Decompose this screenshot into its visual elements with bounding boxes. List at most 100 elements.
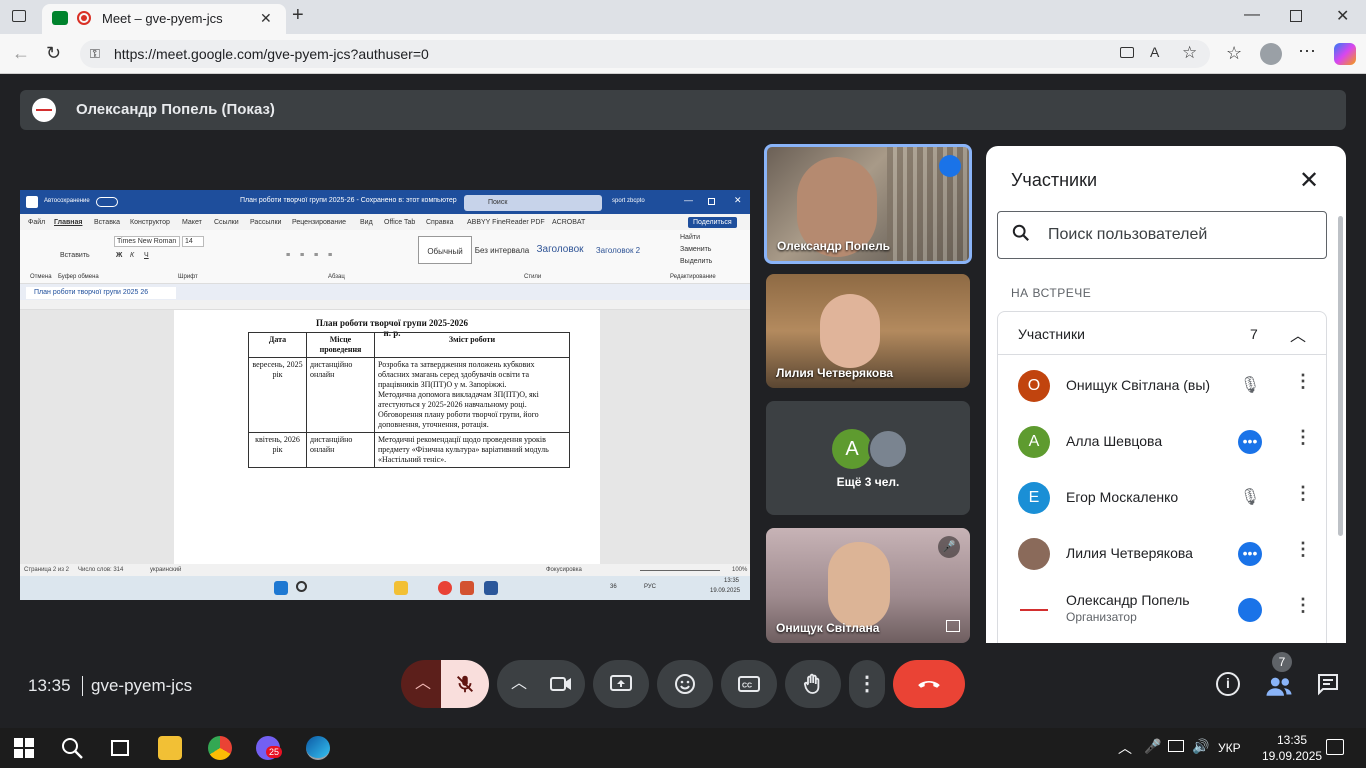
word-search-box[interactable]: Поиск — [464, 195, 602, 211]
underline-icon[interactable]: Ч — [144, 252, 149, 259]
people-search-input[interactable]: Поиск пользователей — [997, 211, 1327, 259]
word-minimize-icon[interactable]: — — [684, 195, 693, 205]
new-tab-button[interactable]: + — [292, 4, 304, 27]
paste-button[interactable]: Вставить — [60, 252, 90, 259]
participant-more-icon[interactable]: ⋮ — [1294, 484, 1312, 502]
participant-more-icon[interactable]: ⋮ — [1294, 596, 1312, 614]
viber-icon[interactable]: 25 — [256, 736, 283, 760]
meeting-info-button[interactable]: i — [1216, 672, 1240, 696]
collapse-chevron-icon[interactable]: ︿ — [1290, 322, 1306, 346]
tray-mic-icon[interactable]: 🎤 — [1144, 738, 1161, 755]
replace-button[interactable]: Заменить — [680, 246, 711, 253]
word-close-icon[interactable]: ✕ — [734, 195, 742, 206]
favorites-icon[interactable]: ☆ — [1226, 44, 1242, 62]
video-tile-presenter[interactable]: Олександр Попель — [764, 144, 972, 264]
align-right-icon[interactable]: ≡ — [314, 252, 318, 259]
word-menu-review[interactable]: Рецензирование — [292, 219, 346, 226]
reload-icon[interactable]: ↻ — [46, 44, 61, 62]
present-screen-button[interactable] — [593, 660, 649, 708]
url-bar[interactable]: ⚿ https://meet.google.com/gve-pyem-jcs?a… — [80, 40, 1210, 68]
video-tile-self[interactable]: 🎤 Онищук Світлана — [766, 528, 970, 643]
site-info-icon[interactable]: ⚿ — [90, 46, 100, 62]
word-menu-references[interactable]: Ссылки — [214, 219, 239, 226]
chrome-icon[interactable] — [208, 736, 232, 760]
italic-icon[interactable]: К — [130, 252, 134, 259]
style-heading-2[interactable]: Заголовок 2 — [590, 236, 646, 264]
browser-tab[interactable]: Meet – gve-pyem-jcs ✕ — [42, 4, 286, 34]
word-menu-home[interactable]: Главная — [54, 219, 82, 226]
participant-row[interactable]: Лилия Четверякова ••• ⋮ — [998, 526, 1326, 582]
video-tile-others[interactable]: A Ещё 3 чел. — [766, 401, 970, 515]
participant-row[interactable]: А Алла Шевцова ••• ⋮ — [998, 414, 1326, 470]
people-scrollbar[interactable] — [1338, 216, 1343, 536]
font-name-select[interactable]: Times New Roman — [114, 236, 180, 247]
participant-row[interactable]: О Онищук Світлана (вы) 🎙 ⋮ — [998, 358, 1326, 414]
autosave-toggle[interactable] — [96, 197, 118, 207]
notifications-icon[interactable] — [1326, 739, 1344, 755]
word-page[interactable]: План роботи творчої групи 2025-2026 н. р… — [174, 310, 600, 564]
style-heading-1[interactable]: Заголовок — [532, 236, 588, 264]
word-menu-acrobat[interactable]: ACROBAT — [552, 219, 585, 226]
participant-row[interactable]: Олександр Попель Организатор ⋮ — [998, 582, 1326, 638]
read-aloud-icon[interactable]: A — [1150, 44, 1159, 60]
inner-start-icon[interactable] — [274, 581, 288, 595]
inner-powerpoint-icon[interactable] — [460, 581, 474, 595]
style-no-spacing[interactable]: Без интервала — [474, 236, 530, 264]
close-window-icon[interactable]: ✕ — [1336, 6, 1349, 26]
captions-button[interactable]: CC — [721, 660, 777, 708]
word-menu-view[interactable]: Вид — [360, 219, 373, 226]
status-focus[interactable]: Фокусировка — [546, 567, 582, 573]
justify-icon[interactable]: ≡ — [328, 252, 332, 259]
edge-icon[interactable] — [306, 736, 330, 760]
style-normal[interactable]: Обычный — [418, 236, 472, 264]
tray-expand-icon[interactable]: ︿ — [1118, 738, 1132, 758]
tray-volume-icon[interactable]: 🔊 — [1192, 738, 1209, 755]
inner-chrome-icon[interactable] — [438, 581, 452, 595]
word-restore-icon[interactable] — [708, 198, 715, 205]
emoji-button[interactable] — [657, 660, 713, 708]
word-doc-tab[interactable]: План роботи творчої групи 2025 26 — [26, 287, 176, 299]
participant-more-icon[interactable]: ⋮ — [1294, 540, 1312, 558]
leave-call-button[interactable] — [893, 660, 965, 708]
close-panel-icon[interactable]: ✕ — [1299, 166, 1319, 195]
word-menu-file[interactable]: Файл — [28, 219, 45, 226]
microphone-off-button[interactable] — [441, 660, 489, 708]
word-menu-design[interactable]: Конструктор — [130, 219, 170, 226]
tray-language[interactable]: УКР — [1218, 741, 1241, 755]
windows-search-icon[interactable] — [60, 736, 84, 760]
tab-actions-icon[interactable] — [12, 10, 26, 22]
camera-in-use-icon[interactable] — [1120, 47, 1134, 58]
restore-icon[interactable] — [1290, 10, 1302, 22]
video-options-button[interactable]: ︿ — [497, 660, 541, 708]
word-menu-insert[interactable]: Вставка — [94, 219, 120, 226]
tray-network-icon[interactable] — [1168, 740, 1184, 752]
align-center-icon[interactable]: ≡ — [300, 252, 304, 259]
participant-more-icon[interactable]: ⋮ — [1294, 372, 1312, 390]
participant-row[interactable]: Е Егор Москаленко 🎙 ⋮ — [998, 470, 1326, 526]
word-menu-layout[interactable]: Макет — [182, 219, 202, 226]
file-explorer-icon[interactable] — [158, 736, 182, 760]
inner-search-icon[interactable] — [296, 581, 307, 592]
camera-button[interactable] — [537, 660, 585, 708]
font-size-select[interactable]: 14 — [182, 236, 204, 247]
word-menu-help[interactable]: Справка — [426, 219, 453, 226]
copilot-icon[interactable] — [1334, 43, 1356, 65]
align-left-icon[interactable]: ≡ — [286, 252, 290, 259]
back-icon[interactable]: ← — [12, 44, 30, 62]
favorite-star-icon[interactable]: ☆ — [1182, 43, 1197, 63]
people-button[interactable]: 7 — [1264, 652, 1296, 700]
windows-start-icon[interactable] — [12, 736, 36, 760]
zoom-slider[interactable] — [640, 570, 720, 571]
word-menu-mailings[interactable]: Рассылки — [250, 219, 281, 226]
bold-icon[interactable]: Ж — [116, 252, 122, 259]
word-menu-office-tab[interactable]: Office Tab — [384, 219, 415, 226]
chat-button[interactable] — [1316, 672, 1340, 696]
participant-more-icon[interactable]: ⋮ — [1294, 428, 1312, 446]
minimize-icon[interactable]: — — [1244, 6, 1260, 24]
video-tile-liliya[interactable]: Лилия Четверякова — [766, 274, 970, 388]
more-menu-icon[interactable]: ⋯ — [1298, 42, 1316, 60]
tab-close-icon[interactable]: ✕ — [260, 10, 272, 27]
task-view-icon[interactable] — [108, 736, 132, 760]
self-expand-icon[interactable] — [946, 620, 960, 632]
profile-avatar[interactable] — [1260, 43, 1282, 65]
